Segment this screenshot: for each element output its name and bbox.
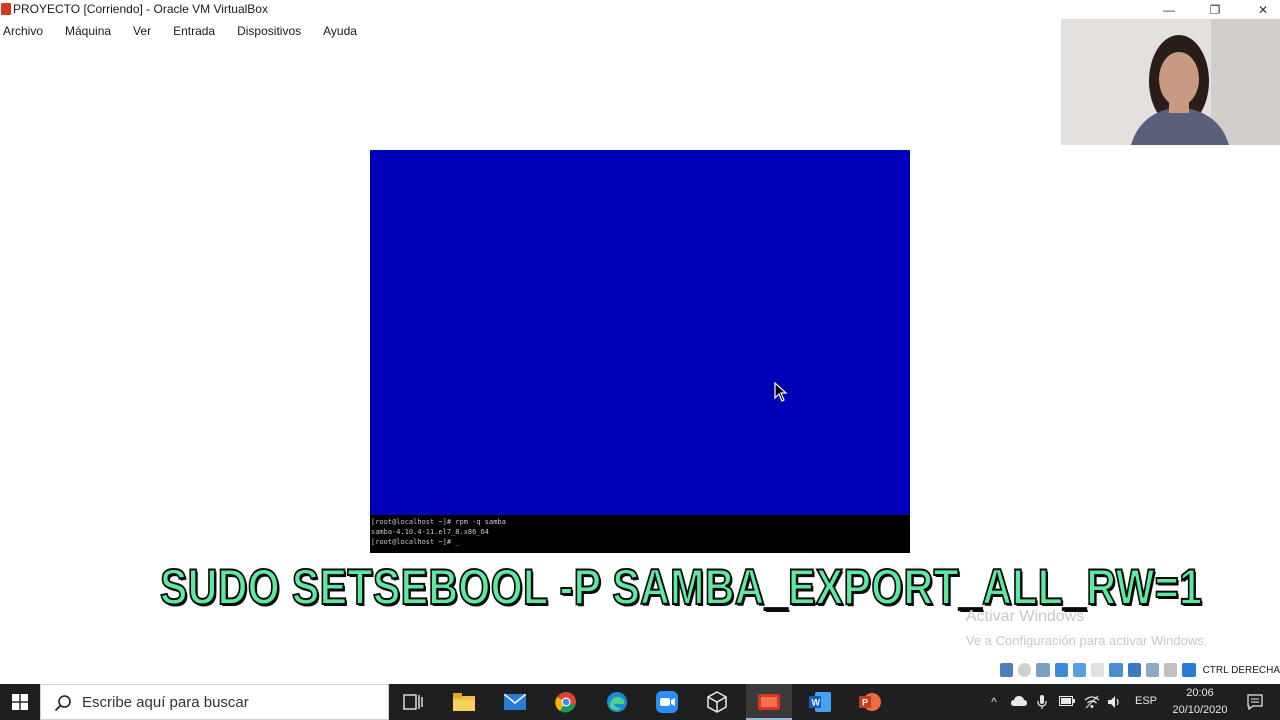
activate-windows-subtitle: Ve a Configuración para activar Windows. [966, 633, 1208, 648]
mouse-cursor-icon [774, 382, 788, 402]
shared-folder-icon[interactable] [1091, 663, 1105, 677]
menu-bar: Archivo Máquina Ver Entrada Dispositivos… [0, 22, 368, 42]
menu-archivo[interactable]: Archivo [3, 22, 54, 42]
virtualbox-cube-icon[interactable] [705, 690, 729, 714]
restore-button[interactable]: ❐ [1192, 0, 1238, 19]
optical-drive-icon[interactable] [1018, 663, 1032, 677]
wifi-icon[interactable] [1084, 695, 1100, 709]
menu-maquina[interactable]: Máquina [65, 22, 122, 42]
microphone-icon[interactable] [1035, 695, 1049, 709]
powerpoint-icon[interactable]: P [858, 690, 882, 714]
chevron-up-icon[interactable]: ^ [987, 695, 1001, 709]
mail-icon[interactable] [503, 690, 527, 714]
windows-logo-icon [12, 694, 28, 710]
mouse-integration-icon[interactable] [1164, 663, 1178, 677]
search-icon [54, 695, 71, 712]
zoom-icon[interactable] [655, 690, 679, 714]
cpu-icon[interactable] [1145, 663, 1160, 677]
console-line: [root@localhost ~]# rpm -q samba [371, 518, 506, 526]
start-button[interactable] [0, 684, 40, 720]
virtualbox-vm-icon[interactable] [757, 690, 781, 714]
webcam-overlay [1061, 19, 1280, 145]
onedrive-cloud-icon[interactable] [1011, 695, 1027, 709]
menu-entrada[interactable]: Entrada [173, 22, 226, 42]
vm-status-bar: CTRL DERECHA [1000, 660, 1280, 680]
network-icon[interactable] [1054, 663, 1068, 677]
battery-icon[interactable] [1059, 695, 1075, 709]
edge-icon[interactable] [605, 690, 629, 714]
clock-date[interactable]: 20/10/2020 [1170, 704, 1230, 716]
hard-disk-icon[interactable] [1000, 663, 1014, 677]
virtualbox-app-icon [1, 3, 11, 15]
activate-windows-title: Activar Windows [966, 608, 1085, 625]
keyboard-capture-icon[interactable] [1182, 663, 1196, 677]
close-button[interactable]: ✕ [1240, 0, 1280, 19]
vm-display[interactable]: [root@localhost ~]# rpm -q samba samba-4… [370, 150, 910, 553]
console-line: [root@localhost ~]# _ [371, 538, 460, 546]
host-key-label: CTRL DERECHA [1202, 664, 1280, 676]
speaker-icon[interactable] [1107, 695, 1121, 709]
presenter-figure [1061, 19, 1280, 145]
window-titlebar[interactable]: PROYECTO [Corriendo] - Oracle VM Virtual… [0, 0, 1280, 19]
vm-console: [root@localhost ~]# rpm -q samba samba-4… [370, 515, 910, 553]
search-placeholder: Escribe aquí para buscar [82, 694, 249, 711]
menu-dispositivos[interactable]: Dispositivos [237, 22, 312, 42]
console-line: samba-4.10.4-11.el7_8.x86_64 [371, 528, 490, 536]
usb-icon[interactable] [1072, 663, 1087, 677]
screen: PROYECTO [Corriendo] - Oracle VM Virtual… [0, 0, 1280, 720]
language-indicator[interactable]: ESP [1135, 695, 1157, 707]
menu-ver[interactable]: Ver [133, 22, 162, 42]
menu-ayuda[interactable]: Ayuda [323, 22, 368, 42]
video-capture-icon[interactable] [1127, 663, 1141, 677]
audio-icon[interactable] [1036, 663, 1050, 677]
file-explorer-icon[interactable] [452, 690, 476, 714]
window-title: PROYECTO [Corriendo] - Oracle VM Virtual… [13, 2, 268, 16]
taskbar-search-box[interactable]: Escribe aquí para buscar [40, 684, 389, 720]
video-caption: SUDO SETSEBOOL -P SAMBA_EXPORT_ALL_RW=1 [159, 558, 1203, 616]
minimize-button[interactable]: — [1146, 0, 1192, 19]
chrome-icon[interactable] [554, 690, 578, 714]
notification-icon[interactable] [1247, 694, 1263, 710]
svg-text:P: P [862, 698, 868, 708]
word-icon[interactable]: W [808, 690, 832, 714]
windows-taskbar: Escribe aquí para buscar W P ^ ESP 20:06… [0, 684, 1280, 720]
svg-text:W: W [812, 698, 821, 708]
task-view-icon[interactable] [401, 690, 425, 714]
display-icon[interactable] [1109, 663, 1123, 677]
clock-time[interactable]: 20:06 [1170, 687, 1230, 699]
